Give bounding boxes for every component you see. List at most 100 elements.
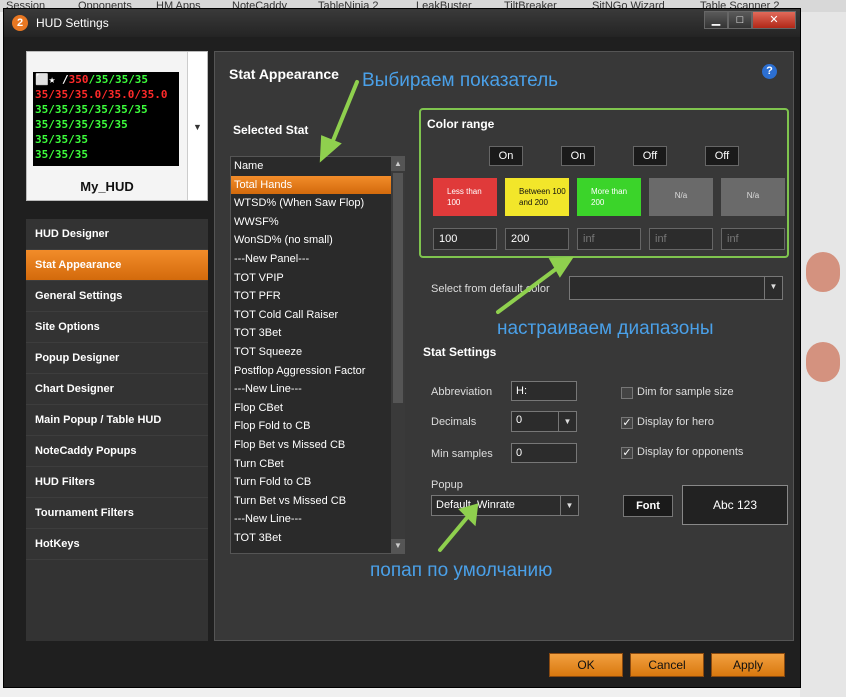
help-icon[interactable]: ? xyxy=(762,64,777,79)
ok-button[interactable]: OK xyxy=(549,653,623,677)
stat-list-item[interactable]: WWSF% xyxy=(231,213,391,232)
font-button[interactable]: Font xyxy=(623,495,673,517)
color-range-toggle[interactable]: On xyxy=(561,146,595,166)
maximize-button[interactable]: □ xyxy=(728,11,752,29)
color-range-threshold-input[interactable] xyxy=(577,228,641,250)
close-button[interactable]: ✕ xyxy=(752,11,796,29)
chevron-down-icon[interactable]: ▼ xyxy=(560,496,578,515)
stat-list-item[interactable]: Flop Bet vs Missed CB xyxy=(231,436,391,455)
font-preview: Abc 123 xyxy=(682,485,788,525)
dim-sample-size-label: Dim for sample size xyxy=(637,386,734,398)
nav-item-popup-designer[interactable]: Popup Designer xyxy=(26,343,208,374)
hud-preview-text: 35/35/35/35/35 xyxy=(35,118,128,131)
stat-list-item[interactable]: TOT PFR xyxy=(231,287,391,306)
bg-decoration xyxy=(806,342,840,382)
nav-item-main-popup-table-hud[interactable]: Main Popup / Table HUD xyxy=(26,405,208,436)
hud-preview-text: 35/35/35 xyxy=(35,133,88,146)
hud-preview-text: 35/35/35/35/35/35 xyxy=(35,103,148,116)
scroll-down-icon[interactable]: ▼ xyxy=(391,539,405,553)
decimals-label: Decimals xyxy=(431,416,477,428)
hud-preview-text: ⬜★ / xyxy=(35,73,69,86)
color-range-swatch[interactable]: Between 100 and 200 xyxy=(505,178,569,216)
stat-list-item[interactable]: Flop Fold to CB xyxy=(231,417,391,436)
display-hero-checkbox[interactable]: ✓ xyxy=(621,417,633,429)
scroll-up-icon[interactable]: ▲ xyxy=(391,157,405,171)
color-range-swatch[interactable]: N/a xyxy=(721,178,785,216)
nav-item-chart-designer[interactable]: Chart Designer xyxy=(26,374,208,405)
stat-settings-label: Stat Settings xyxy=(423,345,497,359)
color-range-toggle[interactable]: On xyxy=(489,146,523,166)
color-range-threshold-input[interactable] xyxy=(721,228,785,250)
stat-list-item[interactable]: WTSD% (When Saw Flop) xyxy=(231,194,391,213)
cancel-button[interactable]: Cancel xyxy=(630,653,704,677)
color-range-threshold-input[interactable] xyxy=(433,228,497,250)
hud-preview-line: 35/35/35/35/35 xyxy=(35,117,179,132)
bg-decoration xyxy=(806,252,840,292)
stat-list-item[interactable]: Turn Bet vs Missed CB xyxy=(231,492,391,511)
stat-list-item[interactable]: Postflop Aggression Factor xyxy=(231,362,391,381)
main-panel: Stat Appearance ? Selected Stat ▲ ▼ Name… xyxy=(214,51,794,641)
display-hero-label: Display for hero xyxy=(637,416,715,428)
nav-item-hotkeys[interactable]: HotKeys xyxy=(26,529,208,560)
stat-list-item[interactable]: TOT Squeeze xyxy=(231,343,391,362)
hud-preview-text: 350 xyxy=(68,73,89,86)
stat-list-item[interactable]: Turn Fold to CB xyxy=(231,473,391,492)
stat-list-item[interactable]: Turn CBet xyxy=(231,455,391,474)
stat-list-item[interactable]: Total Hands xyxy=(231,175,391,195)
nav-item-notecaddy-popups[interactable]: NoteCaddy Popups xyxy=(26,436,208,467)
hud-settings-window: 2 HUD Settings ▁ □ ✕ ⬜★ /350/35/35/35 35/… xyxy=(3,8,801,688)
stat-list-item[interactable]: TOT Cold Call Raiser xyxy=(231,306,391,325)
display-opponents-label: Display for opponents xyxy=(637,446,744,458)
scroll-thumb[interactable] xyxy=(393,173,403,403)
default-color-select[interactable]: ▼ xyxy=(569,276,783,300)
hud-preview-line: ⬜★ /350/35/35/35 xyxy=(35,72,179,87)
nav-item-hud-filters[interactable]: HUD Filters xyxy=(26,467,208,498)
stat-list-item[interactable]: TOT 3Bet xyxy=(231,324,391,343)
chevron-down-icon[interactable]: ▼ xyxy=(764,277,782,299)
title-bar[interactable]: 2 HUD Settings ▁ □ ✕ xyxy=(4,9,800,37)
color-range-swatch[interactable]: More than 200 xyxy=(577,178,641,216)
stat-list-item[interactable]: ---New Line--- xyxy=(231,510,391,529)
stat-list-item[interactable]: Flop CBet xyxy=(231,399,391,418)
color-range-swatch[interactable]: Less than 100 xyxy=(433,178,497,216)
nav-item-tournament-filters[interactable]: Tournament Filters xyxy=(26,498,208,529)
color-range-group: Color range On On Off Off Less than 100 Betwe… xyxy=(419,108,789,258)
hud-preview-text: 35/35/35.0/35.0/35.0 xyxy=(35,88,168,101)
popup-select[interactable]: Default_Winrate ▼ xyxy=(431,495,579,516)
hud-profile-name: My_HUD xyxy=(80,179,134,194)
stat-list-scrollbar[interactable]: ▲ ▼ xyxy=(391,157,405,553)
stat-list-item[interactable]: ---New Panel--- xyxy=(231,250,391,269)
color-range-toggle[interactable]: Off xyxy=(633,146,667,166)
default-color-label: Select from default color xyxy=(431,283,550,295)
nav-item-general-settings[interactable]: General Settings xyxy=(26,281,208,312)
stat-list-item[interactable]: ---New Line--- xyxy=(231,380,391,399)
stat-list: ▲ ▼ Name Total Hands WTSD% (When Saw Flop)… xyxy=(230,156,405,554)
color-range-threshold-input[interactable] xyxy=(649,228,713,250)
annotation-choose-stat: Выбираем показатель xyxy=(362,70,559,91)
hud-preview-text: 35/35/35 xyxy=(35,148,88,161)
decimals-select[interactable]: 0 ▼ xyxy=(511,411,577,432)
hud-preview-line: 35/35/35 xyxy=(35,147,179,162)
chevron-down-icon[interactable]: ▼ xyxy=(558,412,576,431)
color-range-toggle[interactable]: Off xyxy=(705,146,739,166)
nav-item-stat-appearance[interactable]: Stat Appearance xyxy=(26,250,208,281)
settings-nav: HUD Designer Stat Appearance General Setti… xyxy=(26,219,208,641)
dim-sample-size-checkbox[interactable] xyxy=(621,387,633,399)
color-range-threshold-input[interactable] xyxy=(505,228,569,250)
stat-list-item[interactable]: TOT VPIP xyxy=(231,269,391,288)
popup-value: Default_Winrate xyxy=(436,499,515,511)
hud-profile-dropdown-arrow[interactable]: ▼ xyxy=(187,52,207,200)
apply-button[interactable]: Apply xyxy=(711,653,785,677)
nav-item-hud-designer[interactable]: HUD Designer xyxy=(26,219,208,250)
stat-list-item[interactable]: WonSD% (no small) xyxy=(231,231,391,250)
display-opponents-checkbox[interactable]: ✓ xyxy=(621,447,633,459)
stat-list-item[interactable]: TOT 3Bet xyxy=(231,529,391,548)
hud-preview-line: 35/35/35.0/35.0/35.0 xyxy=(35,87,179,102)
color-range-swatch[interactable]: N/a xyxy=(649,178,713,216)
nav-item-site-options[interactable]: Site Options xyxy=(26,312,208,343)
minimize-button[interactable]: ▁ xyxy=(704,11,728,29)
selected-stat-label: Selected Stat xyxy=(233,123,309,137)
abbreviation-input[interactable] xyxy=(511,381,577,401)
hud-profile-selector[interactable]: ⬜★ /350/35/35/35 35/35/35.0/35.0/35.0 35/3… xyxy=(26,51,208,201)
min-samples-input[interactable] xyxy=(511,443,577,463)
